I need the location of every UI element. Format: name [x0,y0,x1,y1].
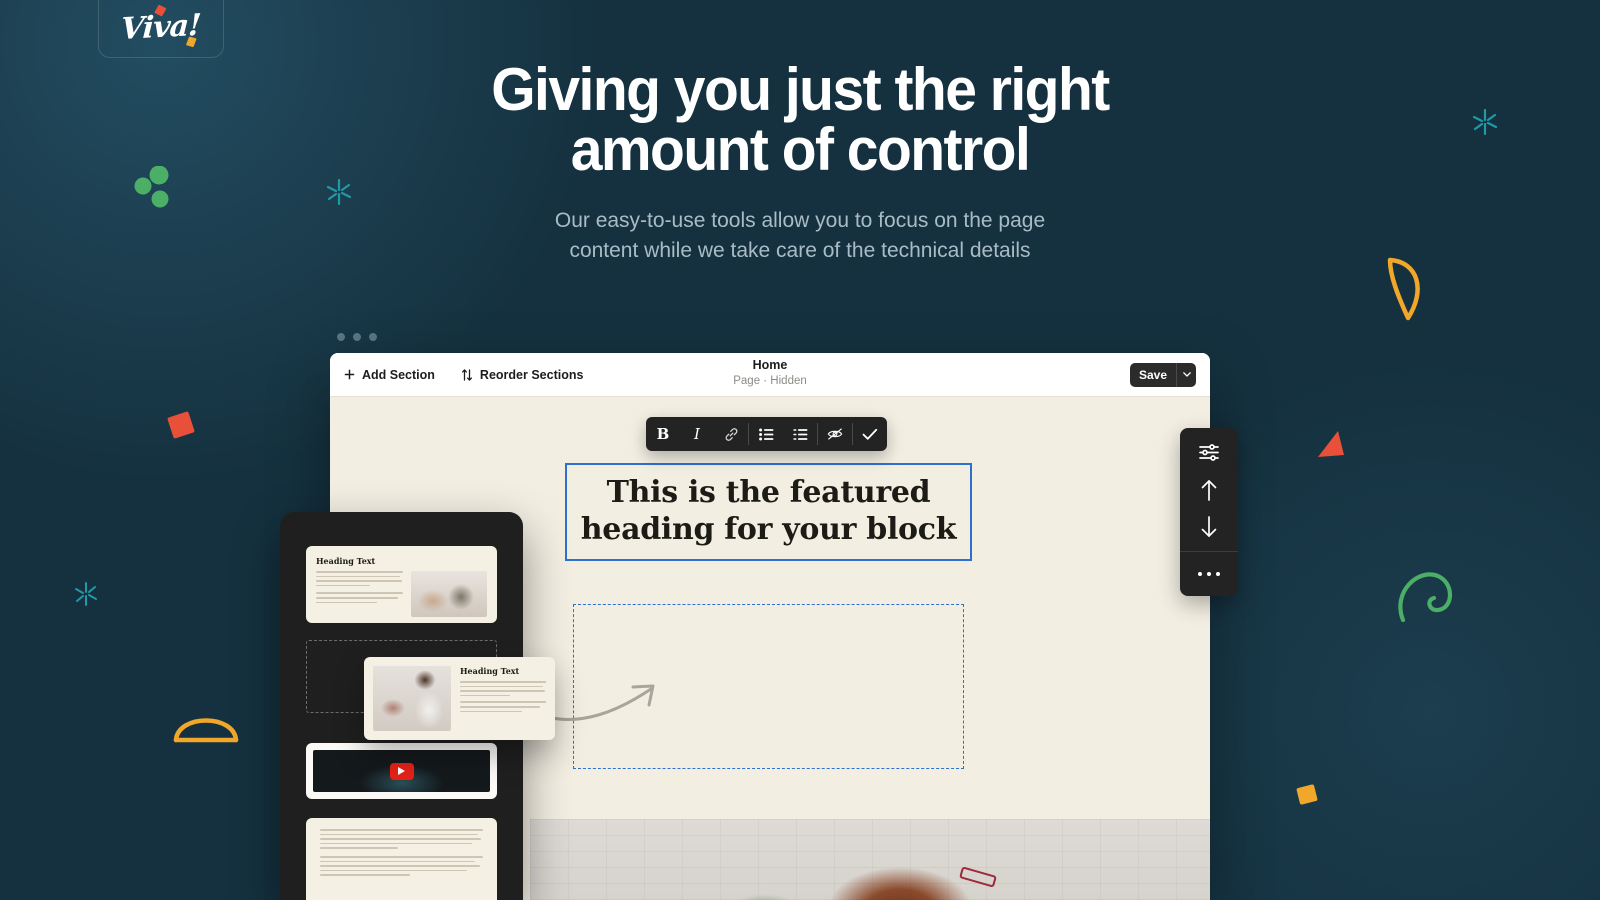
yellow-dome-icon [173,718,239,743]
window-dot-1 [337,333,345,341]
dragged-block-body: Heading Text [460,666,546,731]
bulleted-list-icon [758,428,773,440]
hero-photo-image [530,819,1210,900]
teal-sparkle-bottom-left-icon [75,582,97,606]
block-more-options-button[interactable] [1180,552,1238,596]
settings-sliders-icon [1199,444,1219,461]
featured-heading-text: This is the featured heading for your bl… [580,475,957,548]
section-block-text-lines [316,571,403,617]
add-section-button[interactable]: Add Section [344,368,435,382]
dragged-block-card[interactable]: Heading Text [364,657,555,740]
yellow-square-small-icon [1296,784,1318,805]
section-block-text-image[interactable]: Heading Text [306,546,497,623]
headline-line-1: Giving you just the right [491,56,1110,123]
italic-button[interactable]: I [680,417,714,451]
subtitle-line-1: Our easy-to-use tools allow you to focus… [554,209,1046,232]
headline-line-2: amount of control [570,116,1031,183]
section-block-title: Heading Text [316,556,376,566]
save-button-group: Save [1129,362,1196,387]
more-dot-1 [1198,572,1202,576]
bulleted-list-button[interactable] [749,417,783,451]
check-icon [862,428,878,440]
hero-section: Giving you just the right amount of cont… [0,0,1600,266]
page-headline: Giving you just the right amount of cont… [40,60,1560,180]
featured-heading-block[interactable]: This is the featured heading for your bl… [565,463,972,561]
reorder-arrows-icon [461,368,472,381]
save-dropdown-button[interactable] [1176,362,1196,387]
text-format-toolbar: B I [646,417,887,451]
add-section-label: Add Section [362,367,435,382]
arrow-up-icon [1201,479,1217,501]
block-settings-button[interactable] [1180,434,1238,471]
section-block-content [316,571,487,617]
window-controls [337,333,377,341]
green-spiral-icon [1398,572,1453,623]
bold-button[interactable]: B [646,417,680,451]
red-triangle-icon [1318,431,1344,457]
numbered-list-button[interactable] [783,417,817,451]
confirm-button[interactable] [853,417,887,451]
video-thumbnail [313,750,490,792]
page-subtitle: Our easy-to-use tools allow you to focus… [0,206,1600,266]
hide-button[interactable] [818,417,852,451]
reorder-sections-label: Reorder Sections [479,367,584,382]
link-icon [725,427,737,441]
editor-topbar: Add Section Reorder Sections Home Page ·… [330,353,1210,397]
eye-slash-icon [827,428,843,440]
dragged-block-title: Heading Text [460,666,520,676]
link-button[interactable] [714,417,748,451]
more-dot-3 [1216,572,1220,576]
red-square-icon [167,411,195,439]
reorder-sections-button[interactable]: Reorder Sections [461,367,584,382]
brick-wall-texture [530,819,1210,900]
move-block-up-button[interactable] [1180,471,1238,508]
chevron-down-icon [1182,372,1191,377]
youtube-play-icon [389,762,414,780]
featured-heading-line-2: heading for your block [580,512,957,547]
window-dot-2 [353,333,361,341]
arrow-down-icon [1201,515,1217,537]
section-block-video[interactable] [306,743,497,799]
section-block-image [411,571,487,617]
section-block-text[interactable] [306,818,497,900]
save-button[interactable]: Save [1130,363,1176,387]
block-side-toolbar [1180,428,1238,596]
drag-arrow-icon [545,684,655,721]
plus-icon [344,369,355,380]
subtitle-line-2: content while we take care of the techni… [569,238,1031,262]
featured-heading-line-1: This is the featured [606,475,931,511]
window-dot-3 [369,333,377,341]
numbered-list-icon [792,428,807,440]
move-block-down-button[interactable] [1180,508,1238,545]
more-dot-2 [1207,572,1211,576]
dragged-block-image [373,666,451,731]
